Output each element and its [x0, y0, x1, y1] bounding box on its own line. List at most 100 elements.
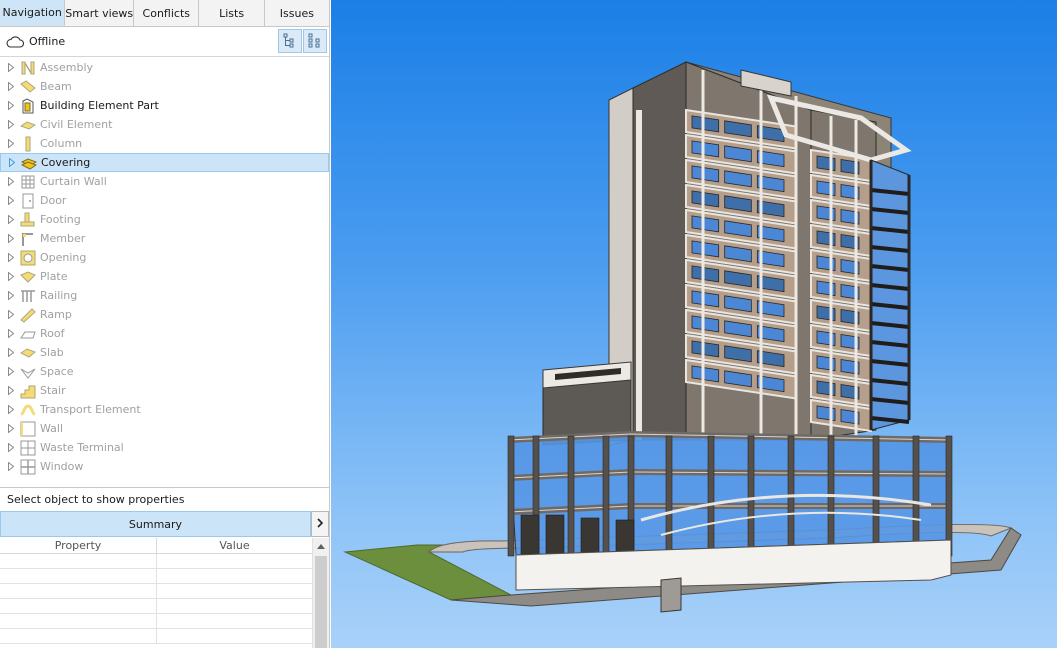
expand-arrow-icon[interactable] [6, 405, 16, 415]
expand-arrow-icon[interactable] [6, 82, 16, 92]
tab-issues[interactable]: Issues [265, 0, 329, 26]
roof-icon [20, 326, 36, 342]
tree-item-door[interactable]: Door [0, 191, 329, 210]
tab-navigation[interactable]: Navigation [0, 0, 66, 26]
tree-item-label: Covering [41, 156, 91, 169]
grid-view-button[interactable] [303, 29, 327, 53]
tree-item-column[interactable]: Column [0, 134, 329, 153]
expand-arrow-icon[interactable] [6, 348, 16, 358]
expand-arrow-icon[interactable] [7, 158, 17, 168]
scrollbar-thumb[interactable] [315, 556, 327, 648]
properties-hint: Select object to show properties [0, 487, 329, 511]
tree-item-stair[interactable]: Stair [0, 381, 329, 400]
left-panel: Navigation Smart views Conflicts Lists I… [0, 0, 330, 648]
tree-item-label: Beam [40, 80, 72, 93]
tree-item-label: Opening [40, 251, 87, 264]
tree-item-member[interactable]: Member [0, 229, 329, 248]
3d-viewport[interactable] [331, 0, 1057, 648]
expand-arrow-icon[interactable] [6, 234, 16, 244]
connection-status-row: Offline [0, 27, 329, 57]
summary-next-button[interactable] [311, 511, 329, 537]
object-type-tree: Assembly Beam Building Element Part Civil E… [0, 58, 329, 486]
expand-arrow-icon[interactable] [6, 253, 16, 263]
expand-arrow-icon[interactable] [6, 462, 16, 472]
tree-item-waste-terminal[interactable]: Waste Terminal [0, 438, 329, 457]
tree-item-curtain-wall[interactable]: Curtain Wall [0, 172, 329, 191]
tree-item-transport-element[interactable]: Transport Element [0, 400, 329, 419]
expand-arrow-icon[interactable] [6, 63, 16, 73]
summary-button[interactable]: Summary [0, 511, 311, 537]
summary-bar: Summary [0, 511, 329, 537]
properties-grid: Property Value [0, 538, 312, 648]
expand-arrow-icon[interactable] [6, 367, 16, 377]
column-header-value[interactable]: Value [157, 538, 312, 553]
ramp-icon [20, 307, 36, 323]
connection-status-label: Offline [29, 35, 66, 48]
scroll-up-icon[interactable] [313, 538, 329, 554]
beam-icon [20, 79, 36, 95]
tree-item-label: Door [40, 194, 67, 207]
tree-item-label: Footing [40, 213, 81, 226]
tree-item-label: Waste Terminal [40, 441, 124, 454]
tree-item-label: Roof [40, 327, 65, 340]
tree-item-assembly[interactable]: Assembly [0, 58, 329, 77]
tree-item-space[interactable]: Space [0, 362, 329, 381]
footing-icon [20, 212, 36, 228]
tree-item-label: Stair [40, 384, 66, 397]
tree-item-label: Civil Element [40, 118, 113, 131]
column-header-property[interactable]: Property [0, 538, 157, 553]
tree-item-beam[interactable]: Beam [0, 77, 329, 96]
covering-icon [21, 155, 37, 171]
tree-item-label: Transport Element [40, 403, 141, 416]
member-icon [20, 231, 36, 247]
tab-smart-views[interactable]: Smart views [65, 0, 135, 26]
tree-item-wall[interactable]: Wall [0, 419, 329, 438]
expand-arrow-icon[interactable] [6, 120, 16, 130]
railing-icon [20, 288, 36, 304]
opening-icon [20, 250, 36, 266]
tree-item-window[interactable]: Window [0, 457, 329, 476]
expand-arrow-icon[interactable] [6, 443, 16, 453]
hierarchy-view-button[interactable] [278, 29, 302, 53]
table-row [0, 584, 312, 599]
expand-arrow-icon[interactable] [6, 177, 16, 187]
building-element-part-icon [20, 97, 36, 114]
tree-item-ramp[interactable]: Ramp [0, 305, 329, 324]
expand-arrow-icon[interactable] [6, 139, 16, 149]
tree-item-railing[interactable]: Railing [0, 286, 329, 305]
transport-element-icon [20, 402, 36, 418]
table-row [0, 599, 312, 614]
tree-item-label: Space [40, 365, 74, 378]
tree-item-label: Building Element Part [40, 99, 159, 112]
tree-item-label: Window [40, 460, 84, 473]
tree-item-building-element-part[interactable]: Building Element Part [0, 96, 329, 115]
assembly-icon [20, 60, 36, 76]
expand-arrow-icon[interactable] [6, 329, 16, 339]
plate-icon [20, 269, 36, 285]
tree-item-plate[interactable]: Plate [0, 267, 329, 286]
table-row [0, 629, 312, 644]
table-row [0, 554, 312, 569]
tree-item-footing[interactable]: Footing [0, 210, 329, 229]
tab-conflicts[interactable]: Conflicts [134, 0, 200, 26]
tree-item-covering[interactable]: Covering [0, 153, 329, 172]
expand-arrow-icon[interactable] [6, 101, 16, 111]
expand-arrow-icon[interactable] [6, 386, 16, 396]
expand-arrow-icon[interactable] [6, 424, 16, 434]
tree-item-label: Wall [40, 422, 64, 435]
properties-scrollbar[interactable] [312, 538, 329, 648]
expand-arrow-icon[interactable] [6, 272, 16, 282]
tree-item-civil-element[interactable]: Civil Element [0, 115, 329, 134]
expand-arrow-icon[interactable] [6, 196, 16, 206]
expand-arrow-icon[interactable] [6, 291, 16, 301]
tree-item-roof[interactable]: Roof [0, 324, 329, 343]
tree-item-opening[interactable]: Opening [0, 248, 329, 267]
expand-arrow-icon[interactable] [6, 310, 16, 320]
hierarchy-view-icon [282, 32, 298, 51]
base-column [660, 577, 682, 613]
tree-item-slab[interactable]: Slab [0, 343, 329, 362]
building-model[interactable] [331, 0, 1057, 648]
tree-item-label: Assembly [40, 61, 94, 74]
tab-lists[interactable]: Lists [199, 0, 265, 26]
expand-arrow-icon[interactable] [6, 215, 16, 225]
